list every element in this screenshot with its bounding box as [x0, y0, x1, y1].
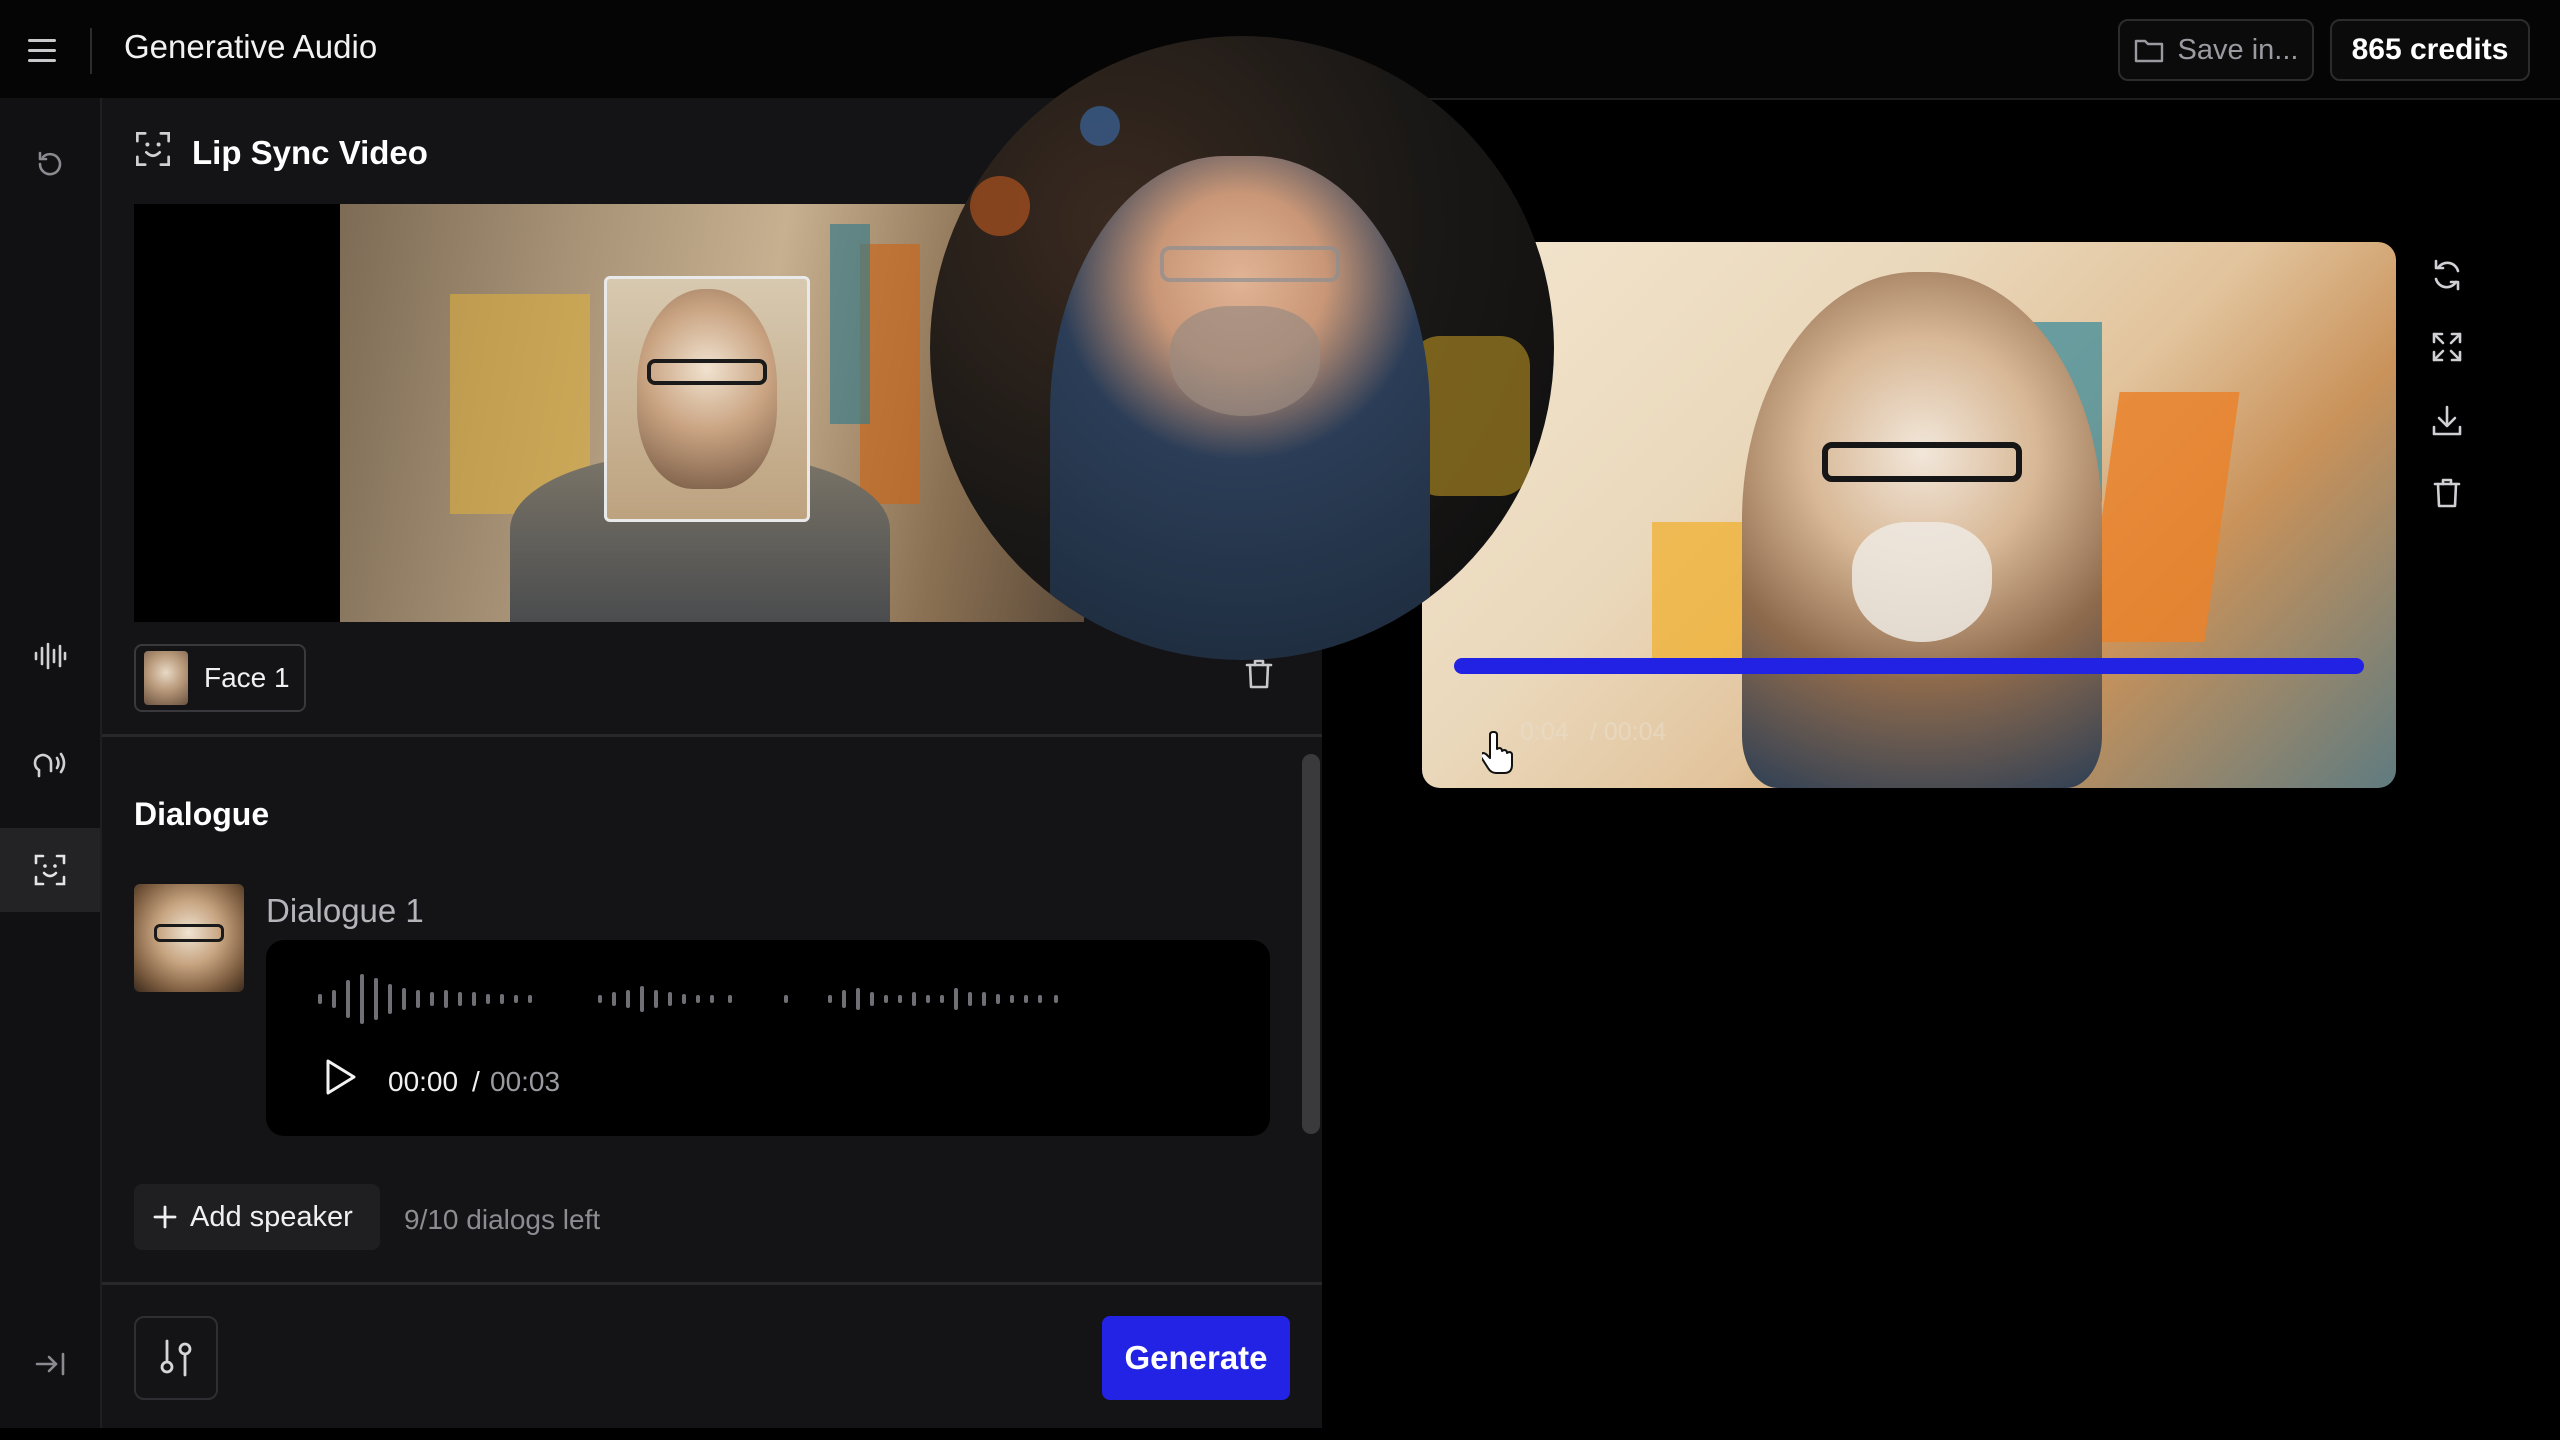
- generate-button[interactable]: Generate: [1102, 1316, 1290, 1400]
- dialogs-left-count: 9/10 dialogs left: [404, 1204, 601, 1235]
- trash-icon[interactable]: [1244, 658, 1274, 695]
- face-chip-label: Face 1: [204, 662, 290, 693]
- history-icon[interactable]: [26, 140, 74, 188]
- add-speaker-label: Add speaker: [190, 1200, 353, 1233]
- face-chip[interactable]: Face 1: [134, 644, 306, 712]
- settings-button[interactable]: [134, 1316, 218, 1400]
- hamburger-menu-icon[interactable]: [28, 30, 62, 70]
- bokeh-light: [1080, 106, 1120, 146]
- face-avatar: [144, 651, 188, 705]
- dialogue-heading: Dialogue: [134, 796, 270, 832]
- waveform-icon[interactable]: [26, 632, 74, 680]
- audio-time-current: 00:00: [388, 1066, 459, 1097]
- regenerate-icon[interactable]: [2424, 252, 2470, 298]
- trash-icon[interactable]: [2424, 470, 2470, 516]
- dialogue-name[interactable]: Dialogue 1: [266, 892, 424, 930]
- video-progress-bar[interactable]: [1454, 658, 2364, 674]
- beard-shape: [1170, 306, 1320, 416]
- collapse-sidebar-icon[interactable]: [26, 1340, 74, 1388]
- result-portrait-image: [1742, 272, 2102, 788]
- settings-sliders-icon: [160, 1339, 192, 1377]
- panel-divider: [102, 734, 1322, 737]
- audio-player-card: [266, 940, 1270, 1136]
- video-time-total: / 00:04: [1590, 718, 1667, 746]
- panel-scrollbar[interactable]: [1302, 754, 1320, 1134]
- dialogue-speaker-avatar[interactable]: [134, 884, 244, 992]
- panel-title: Lip Sync Video: [192, 134, 428, 171]
- face-thumbnail: [637, 289, 777, 489]
- add-speaker-button[interactable]: Add speaker: [134, 1184, 380, 1250]
- paint-stroke-orange: [2084, 392, 2240, 642]
- bokeh-light: [970, 176, 1030, 236]
- audio-time-separator: /: [472, 1066, 480, 1097]
- play-icon[interactable]: [322, 1058, 358, 1101]
- top-divider: [90, 28, 92, 74]
- face-scan-icon[interactable]: [26, 846, 74, 894]
- voice-icon[interactable]: [26, 740, 74, 788]
- detected-face-box[interactable]: [604, 276, 810, 522]
- app-title: Generative Audio: [124, 28, 378, 65]
- beard-shape: [1852, 522, 1992, 642]
- video-time-current: 0:04: [1520, 718, 1569, 746]
- credits-button[interactable]: 865 credits: [2330, 19, 2530, 81]
- hand-cursor-icon: [1479, 730, 1518, 779]
- glasses-shape: [154, 924, 224, 942]
- audio-waveform[interactable]: [316, 972, 1096, 1031]
- face-scan-icon: [134, 130, 172, 173]
- panel-bottom-divider: [102, 1282, 1322, 1285]
- audio-time-total: 00:03: [490, 1066, 561, 1097]
- glasses-shape: [1160, 246, 1340, 282]
- save-in-button[interactable]: Save in...: [2118, 19, 2314, 81]
- glasses-shape: [647, 359, 767, 385]
- glasses-shape: [1822, 442, 2022, 482]
- result-video-player[interactable]: [1422, 242, 2396, 788]
- folder-icon: [2134, 39, 2163, 63]
- presenter-webcam-overlay: [930, 36, 1554, 660]
- fullscreen-icon[interactable]: [2424, 324, 2470, 370]
- paint-stroke-teal: [830, 224, 870, 424]
- download-icon[interactable]: [2424, 398, 2470, 444]
- plus-icon: [153, 1205, 177, 1229]
- save-in-label: Save in...: [2177, 33, 2299, 66]
- presenter-figure: [1050, 156, 1430, 660]
